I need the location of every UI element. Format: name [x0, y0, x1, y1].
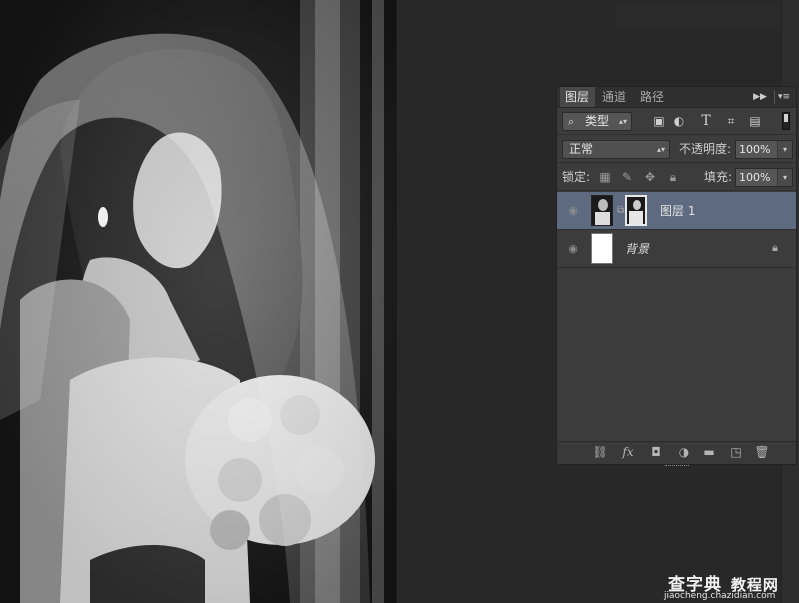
- layer-row[interactable]: ◉ 背景 🔒︎: [557, 230, 796, 268]
- lock-pixels-icon[interactable]: ✎: [619, 168, 635, 186]
- eye-icon[interactable]: ◉: [565, 241, 581, 257]
- trash-icon[interactable]: 🗑︎: [753, 444, 771, 461]
- chevron-down-icon[interactable]: ▾: [777, 141, 792, 158]
- lock-all-icon[interactable]: 🔒︎: [665, 168, 681, 186]
- lock-position-icon[interactable]: ✥: [642, 168, 658, 186]
- fill-field[interactable]: 100% ▾: [735, 168, 793, 187]
- opacity-label: 不透明度:: [679, 142, 732, 156]
- eye-icon[interactable]: ◉: [565, 203, 581, 219]
- new-group-icon[interactable]: ▬: [700, 444, 718, 461]
- tab-paths[interactable]: 路径: [635, 87, 671, 107]
- fill-label: 填充:: [704, 170, 733, 184]
- watermark: 查字典 教程网 jiaocheng.chazidian.com: [664, 570, 794, 603]
- adjustment-layer-icon[interactable]: ◑: [675, 444, 693, 461]
- lock-icon: 🔒︎: [772, 241, 778, 254]
- opacity-value: 100%: [739, 143, 771, 156]
- watermark-url: jiaocheng.chazidian.com: [664, 591, 776, 601]
- resize-grip[interactable]: [665, 465, 689, 469]
- add-mask-icon[interactable]: ◘: [647, 444, 665, 461]
- filter-type-value: 类型: [585, 114, 610, 128]
- filter-type-dropdown[interactable]: ⌕ 类型 ▴▾: [562, 112, 632, 131]
- opacity-field[interactable]: 100% ▾: [735, 140, 793, 159]
- tab-channels[interactable]: 通道: [597, 87, 633, 107]
- panel-menu-icon[interactable]: ▾≡: [774, 90, 793, 104]
- link-layers-icon[interactable]: ⛓: [591, 444, 609, 461]
- filter-toggle[interactable]: [782, 112, 790, 130]
- blend-mode-dropdown[interactable]: 正常 ▴▾: [562, 140, 670, 159]
- layer-row[interactable]: ◉ ⧉ 图层 1: [557, 192, 796, 230]
- fx-icon[interactable]: fx: [619, 444, 637, 461]
- chevron-updown-icon: ▴▾: [618, 117, 627, 126]
- adjustment-filter-icon[interactable]: ◐: [671, 113, 687, 129]
- top-strip: [616, 6, 780, 26]
- type-filter-icon[interactable]: T: [698, 113, 714, 129]
- panel-bottom-bar: ⛓ fx ◘ ◑ ▬ ◳ 🗑︎: [557, 441, 796, 466]
- layers-panel: 图层 通道 路径 ▶▶ ▾≡ ⌕ 类型 ▴▾ ▣ ◐ T ⌗ ▤ 正常 ▴▾ 不…: [556, 86, 797, 466]
- smart-object-filter-icon[interactable]: ▤: [747, 113, 763, 129]
- fill-value: 100%: [739, 171, 771, 184]
- blend-mode-value: 正常: [569, 142, 594, 156]
- tab-layers[interactable]: 图层: [560, 87, 595, 107]
- chevron-down-icon[interactable]: ▾: [777, 169, 792, 186]
- mask-link-icon[interactable]: ⧉: [617, 204, 624, 218]
- layer-thumbnail[interactable]: [591, 195, 613, 226]
- double-chevron-right-icon[interactable]: ▶▶: [753, 90, 767, 104]
- lock-row: 锁定: ▦ ✎ ✥ 🔒︎ 填充: 100% ▾: [557, 164, 796, 191]
- canvas-photo: [0, 0, 396, 603]
- search-icon: ⌕: [568, 115, 575, 128]
- shape-filter-icon[interactable]: ⌗: [723, 113, 739, 129]
- filter-row: ⌕ 类型 ▴▾ ▣ ◐ T ⌗ ▤: [557, 108, 796, 135]
- lock-label: 锁定:: [562, 170, 591, 184]
- lock-transparent-icon[interactable]: ▦: [597, 168, 613, 186]
- layer-mask-thumbnail[interactable]: [625, 195, 647, 226]
- new-layer-icon[interactable]: ◳: [727, 444, 745, 461]
- layer-list: ◉ ⧉ 图层 1 ◉ 背景 🔒︎: [557, 192, 796, 443]
- layer-thumbnail[interactable]: [591, 233, 613, 264]
- image-filter-icon[interactable]: ▣: [651, 113, 667, 129]
- layer-name[interactable]: 背景: [625, 241, 649, 257]
- chevron-updown-icon: ▴▾: [656, 145, 665, 154]
- blend-row: 正常 ▴▾ 不透明度: 100% ▾: [557, 136, 796, 163]
- panel-tab-bar: 图层 通道 路径 ▶▶ ▾≡: [557, 87, 796, 108]
- layer-name[interactable]: 图层 1: [660, 203, 695, 219]
- canvas-edge: [396, 0, 397, 603]
